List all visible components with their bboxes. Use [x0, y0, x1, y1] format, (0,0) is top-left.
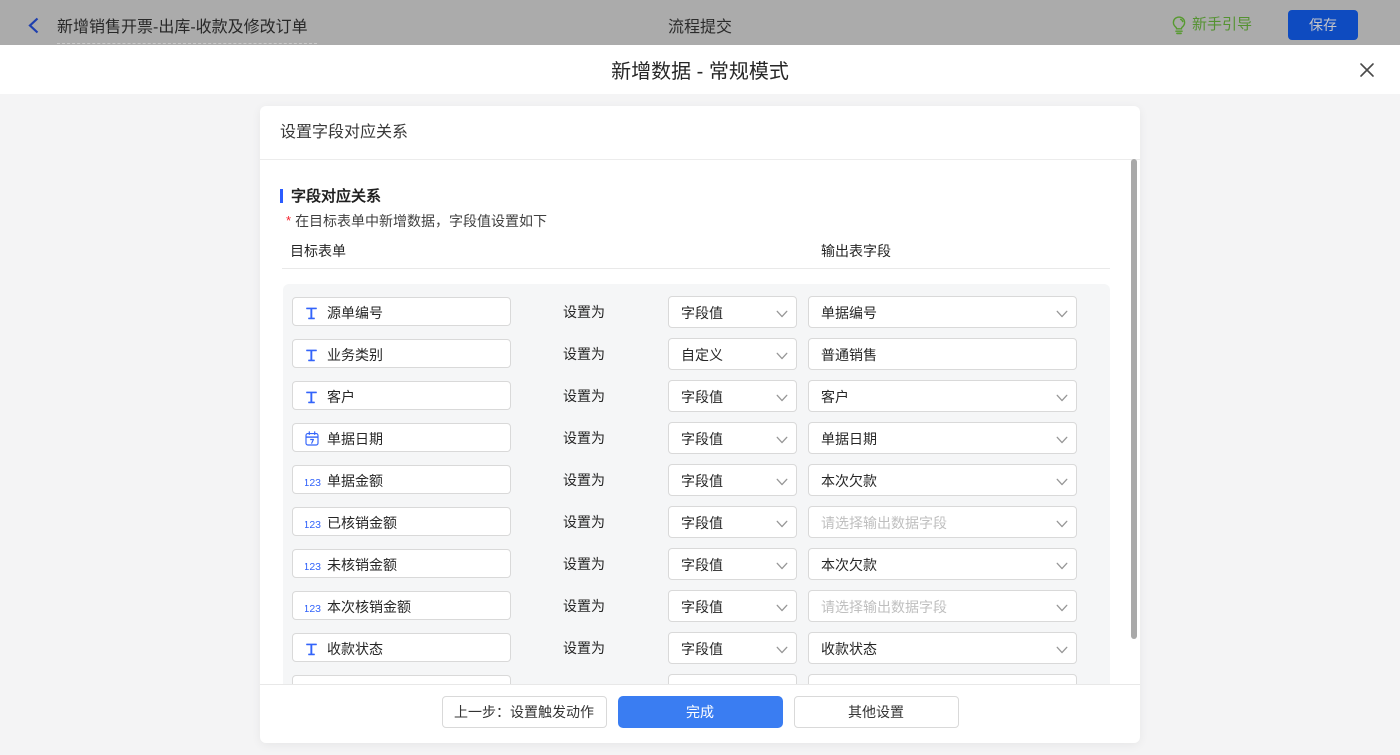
svg-text:123: 123 [305, 561, 321, 572]
svg-text:123: 123 [305, 603, 321, 614]
svg-text:123: 123 [305, 519, 321, 530]
svg-text:123: 123 [305, 477, 321, 488]
